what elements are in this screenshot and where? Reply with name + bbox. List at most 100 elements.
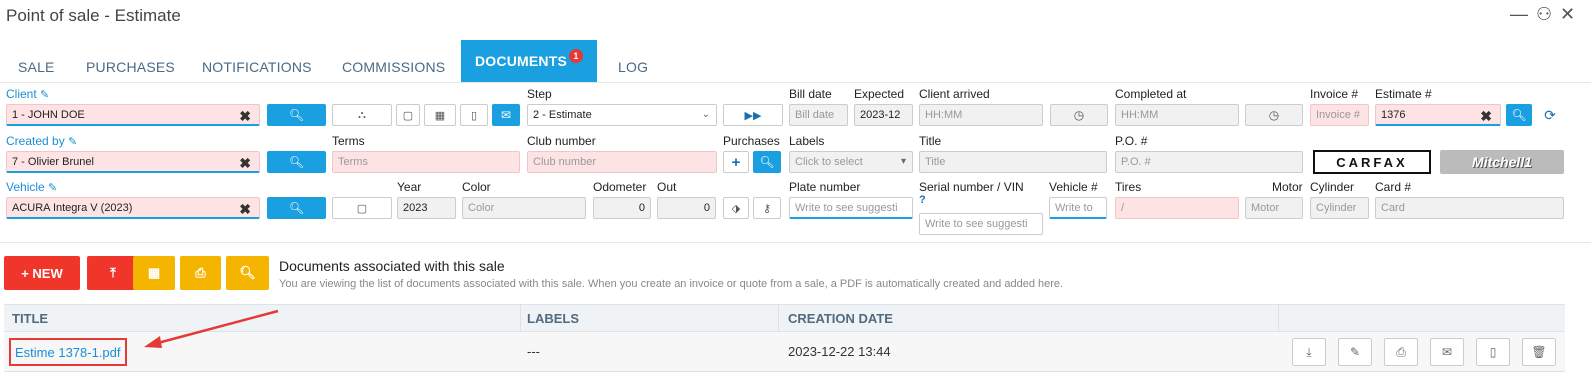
column-creation-date[interactable]: CREATION DATE xyxy=(788,311,893,326)
search-client-button[interactable]: 🔍︎ xyxy=(267,104,326,126)
estimate-label: Estimate # xyxy=(1375,87,1432,101)
search-estimate-button[interactable]: 🔍︎ xyxy=(1506,104,1532,126)
search-created-by-button[interactable]: 🔍︎ xyxy=(267,151,326,173)
labels-label: Labels xyxy=(789,134,825,148)
estimate-value: 1376 xyxy=(1381,108,1406,121)
help-icon[interactable]: ? xyxy=(919,194,926,206)
step-select[interactable]: 2 - Estimate ⌄ xyxy=(527,104,717,126)
email-document-button[interactable]: ✉ xyxy=(1430,338,1464,366)
tab-notifications[interactable]: NOTIFICATIONS xyxy=(202,52,312,82)
mobile-button[interactable]: ▯ xyxy=(460,104,488,126)
completed-at-label: Completed at xyxy=(1115,87,1187,101)
carfax-logo[interactable]: CARFAX xyxy=(1313,150,1431,174)
tag-button[interactable]: ⬗ xyxy=(723,197,749,219)
client-label[interactable]: Client ✎ xyxy=(6,87,49,101)
caret-down-icon: ▾ xyxy=(900,156,906,167)
upload-button[interactable]: ⤒ xyxy=(87,256,139,290)
clear-created-by-icon[interactable]: ✖ xyxy=(239,155,251,171)
tab-commissions[interactable]: COMMISSIONS xyxy=(342,52,445,82)
tab-documents[interactable]: DOCUMENTS 1 xyxy=(461,40,598,82)
tab-sale[interactable]: SALE xyxy=(18,52,55,82)
odometer-input[interactable]: 0 xyxy=(593,197,651,219)
download-button[interactable]: ⤓ xyxy=(1292,338,1326,366)
card-input[interactable]: Card xyxy=(1375,197,1564,219)
tab-log[interactable]: LOG xyxy=(618,52,648,82)
edit-button[interactable]: ✎ xyxy=(1338,338,1372,366)
delete-button[interactable]: 🗑︎ xyxy=(1522,338,1556,366)
plate-number-input[interactable]: Write to see suggesti xyxy=(789,197,913,219)
expected-input[interactable]: 2023-12 xyxy=(854,104,913,126)
search-documents-button[interactable]: 🔍︎ xyxy=(226,256,269,290)
vehicle-field[interactable]: ACURA Integra V (2023) ✖ xyxy=(6,197,260,219)
minimize-icon[interactable]: — xyxy=(1510,4,1528,25)
out-input[interactable]: 0 xyxy=(657,197,716,219)
clear-estimate-icon[interactable]: ✖ xyxy=(1480,108,1492,124)
note-button[interactable]: ▢ xyxy=(396,104,420,126)
vehicle-no-input[interactable]: Write to xyxy=(1049,197,1107,219)
completed-at-input[interactable]: HH:MM xyxy=(1115,104,1239,126)
close-icon[interactable]: ✕ xyxy=(1560,4,1575,25)
cylinder-input[interactable]: Cylinder xyxy=(1310,197,1369,219)
bill-date-input[interactable]: Bill date xyxy=(789,104,848,126)
binoculars-icon: ⛬ xyxy=(358,108,366,121)
calendar-button[interactable]: ▦ xyxy=(424,104,456,126)
email-icon: ✉ xyxy=(500,108,512,122)
club-number-input[interactable]: Club number xyxy=(527,151,717,173)
download-icon: ⤓ xyxy=(1306,344,1312,359)
new-button[interactable]: + NEW xyxy=(4,256,80,290)
created-by-field[interactable]: 7 - Olivier Brunel ✖ xyxy=(6,151,260,173)
email-button[interactable]: ✉ xyxy=(492,104,520,126)
title-input[interactable]: Title xyxy=(919,151,1107,173)
next-step-button[interactable]: ▶▶ xyxy=(723,104,783,126)
column-title[interactable]: TITLE xyxy=(12,311,48,326)
print-button[interactable]: ⎙ xyxy=(180,256,221,290)
year-input[interactable]: 2023 xyxy=(397,197,456,219)
step-value: 2 - Estimate xyxy=(533,109,592,121)
chat-icon[interactable]: ⚇ xyxy=(1536,4,1552,25)
refresh-button[interactable]: ⟳ xyxy=(1536,104,1564,126)
document-title-link[interactable]: Estime 1378-1.pdf xyxy=(9,338,127,366)
binoculars-button[interactable]: ⛬ xyxy=(332,104,392,126)
add-purchase-button[interactable]: + xyxy=(723,151,749,173)
labels-select[interactable]: Click to select ▾ xyxy=(789,151,913,173)
clear-client-icon[interactable]: ✖ xyxy=(239,108,251,124)
expected-label: Expected xyxy=(854,87,905,101)
plate-number-label: Plate number xyxy=(789,180,861,194)
print-document-button[interactable]: ⎙ xyxy=(1384,338,1418,366)
motor-input[interactable]: Motor xyxy=(1245,197,1303,219)
form-divider xyxy=(0,242,1591,243)
client-arrived-input[interactable]: HH:MM xyxy=(919,104,1043,126)
client-arrived-clock-button[interactable]: ◷ xyxy=(1050,104,1108,126)
search-icon: 🔍︎ xyxy=(759,155,775,169)
search-purchases-button[interactable]: 🔍︎ xyxy=(753,151,781,173)
odometer-label: Odometer xyxy=(593,180,647,194)
club-number-label: Club number xyxy=(527,134,596,148)
serial-vin-label: Serial number / VIN xyxy=(919,180,1024,194)
mitchell-logo[interactable]: Mitchell1 xyxy=(1440,150,1564,174)
vehicle-note-button[interactable]: ▢ xyxy=(332,197,392,219)
sms-document-button[interactable]: ▯ xyxy=(1476,338,1510,366)
vehicle-label[interactable]: Vehicle ✎ xyxy=(6,180,57,194)
tag-icon: ⬗ xyxy=(731,202,741,215)
tab-purchases[interactable]: PURCHASES xyxy=(86,52,175,82)
clear-vehicle-icon[interactable]: ✖ xyxy=(239,201,251,217)
search-vehicle-button[interactable]: 🔍︎ xyxy=(267,197,326,219)
grid-button[interactable]: ▦ xyxy=(133,256,175,290)
invoice-input[interactable]: Invoice # xyxy=(1310,104,1369,126)
key-button[interactable]: ⚷ xyxy=(753,197,781,219)
terms-input[interactable]: Terms xyxy=(332,151,520,173)
tires-input[interactable]: / xyxy=(1115,197,1239,219)
serial-vin-input[interactable]: Write to see suggesti xyxy=(919,213,1043,235)
color-input[interactable]: Color xyxy=(462,197,586,219)
estimate-field[interactable]: 1376 ✖ xyxy=(1375,104,1501,126)
po-input[interactable]: P.O. # xyxy=(1115,151,1303,173)
out-label: Out xyxy=(657,180,677,194)
created-by-label[interactable]: Created by ✎ xyxy=(6,134,77,148)
column-labels[interactable]: LABELS xyxy=(527,311,579,326)
completed-at-clock-button[interactable]: ◷ xyxy=(1245,104,1303,126)
client-field[interactable]: 1 - JOHN DOE ✖ xyxy=(6,104,260,126)
clock-icon: ◷ xyxy=(1073,108,1085,122)
print-icon: ⎙ xyxy=(195,265,206,280)
search-icon: 🔍︎ xyxy=(1511,108,1527,122)
card-label: Card # xyxy=(1375,180,1412,194)
